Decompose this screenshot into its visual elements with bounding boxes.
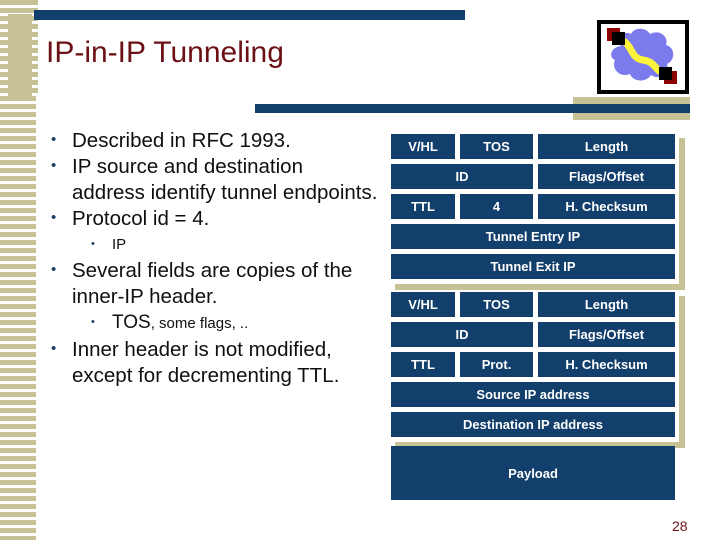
field-header-checksum: H. Checksum xyxy=(538,194,675,219)
top-accent-bar xyxy=(34,10,465,20)
field-destination-ip: Destination IP address xyxy=(391,412,675,437)
bullet-item: Described in RFC 1993. xyxy=(44,127,379,154)
cloud-tunnel-icon xyxy=(607,28,677,84)
outer-header-shadow-bottom xyxy=(395,284,685,290)
bullet-item: Several fields are copies of the inner-I… xyxy=(44,257,379,310)
field-length: Length xyxy=(538,292,675,317)
inner-ip-header: V/HL TOS Length ID Flags/Offset TTL Prot… xyxy=(391,292,685,448)
bullet-item: Protocol id = 4. xyxy=(44,205,379,232)
inner-header-shadow-right xyxy=(679,296,685,446)
field-length: Length xyxy=(538,134,675,159)
field-tos: TOS xyxy=(460,292,533,317)
packet-row: TTL Prot. H. Checksum xyxy=(391,352,675,377)
field-tunnel-entry-ip: Tunnel Entry IP xyxy=(391,224,675,249)
field-id: ID xyxy=(391,322,533,347)
field-flags-offset: Flags/Offset xyxy=(538,164,675,189)
field-payload: Payload xyxy=(391,446,675,500)
network-cloud-tunnel-image xyxy=(597,20,689,94)
field-id: ID xyxy=(391,164,533,189)
field-vhl: V/HL xyxy=(391,134,455,159)
sub-bullet-item: TOS, some flags, .. xyxy=(44,309,379,337)
field-ttl: TTL xyxy=(391,352,455,377)
sub-bullet-item: IP xyxy=(44,231,379,258)
field-protocol: Prot. xyxy=(460,352,533,377)
packet-diagram: V/HL TOS Length ID Flags/Offset TTL 4 H.… xyxy=(391,134,685,448)
field-flags-offset: Flags/Offset xyxy=(538,322,675,347)
field-header-checksum: H. Checksum xyxy=(538,352,675,377)
outer-ip-header: V/HL TOS Length ID Flags/Offset TTL 4 H.… xyxy=(391,134,685,290)
bullet-list: Described in RFC 1993. IP source and des… xyxy=(44,127,379,389)
field-tunnel-exit-ip: Tunnel Exit IP xyxy=(391,254,675,279)
slide: IP-in-IP Tunneling Described in RFC 1993… xyxy=(0,0,720,540)
header-accent-bar xyxy=(255,104,690,113)
field-source-ip: Source IP address xyxy=(391,382,675,407)
packet-row: Source IP address xyxy=(391,382,675,407)
packet-row: ID Flags/Offset xyxy=(391,164,675,189)
packet-row: Tunnel Entry IP xyxy=(391,224,675,249)
page-number: 28 xyxy=(672,518,688,534)
packet-row: ID Flags/Offset xyxy=(391,322,675,347)
sub-bullet-rest: , some flags, .. xyxy=(150,315,249,332)
field-protocol: 4 xyxy=(460,194,533,219)
sub-bullet-emphasis: TOS xyxy=(112,312,151,333)
packet-row: V/HL TOS Length xyxy=(391,292,675,317)
bullet-item: Inner header is not modified, except for… xyxy=(44,336,379,389)
packet-row: TTL 4 H. Checksum xyxy=(391,194,675,219)
packet-row: Destination IP address xyxy=(391,412,675,437)
left-stripe-ticks-outer xyxy=(0,0,8,96)
bullet-item: IP source and destination address identi… xyxy=(44,153,379,206)
field-tos: TOS xyxy=(460,134,533,159)
packet-row: Tunnel Exit IP xyxy=(391,254,675,279)
left-stripe-solid-block xyxy=(8,14,32,96)
field-ttl: TTL xyxy=(391,194,455,219)
outer-header-shadow-right xyxy=(679,138,685,288)
packet-row: V/HL TOS Length xyxy=(391,134,675,159)
page-title: IP-in-IP Tunneling xyxy=(46,36,284,69)
field-vhl: V/HL xyxy=(391,292,455,317)
